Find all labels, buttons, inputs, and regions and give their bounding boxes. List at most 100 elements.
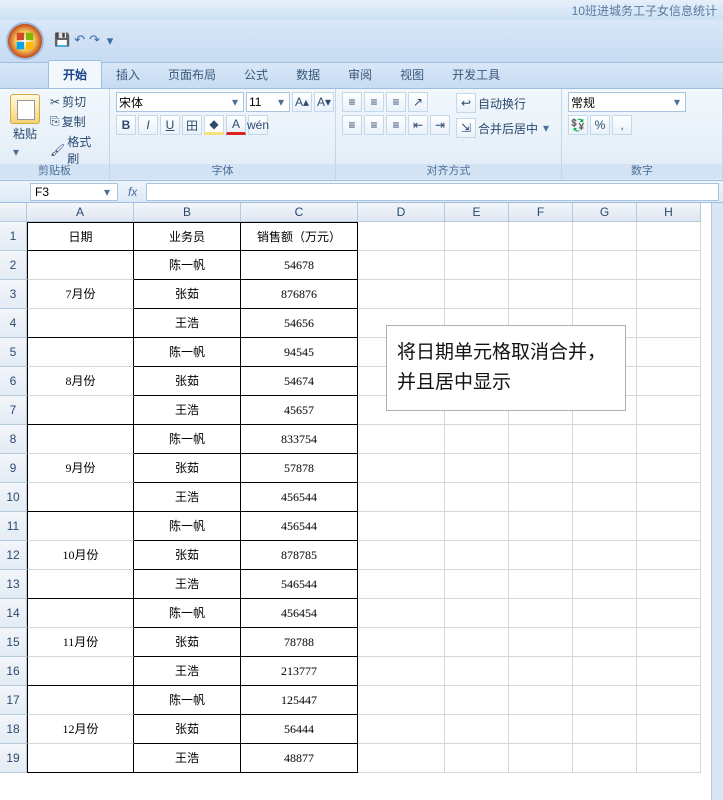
cell[interactable] — [27, 599, 134, 628]
name-box[interactable]: F3▾ — [30, 183, 118, 201]
cut-button[interactable]: ✂剪切 — [48, 92, 103, 111]
cell[interactable] — [358, 628, 445, 657]
cell[interactable]: 王浩 — [134, 483, 241, 512]
indent-dec-button[interactable]: ⇤ — [408, 115, 428, 135]
col-header[interactable]: E — [445, 203, 509, 222]
align-right-button[interactable]: ≡ — [386, 115, 406, 135]
cell[interactable] — [637, 222, 701, 251]
cell[interactable] — [27, 657, 134, 686]
cell[interactable] — [573, 570, 637, 599]
font-size-input[interactable] — [249, 94, 275, 110]
cell[interactable] — [445, 599, 509, 628]
currency-button[interactable]: 💱 — [568, 115, 588, 135]
cell[interactable]: 54656 — [241, 309, 358, 338]
cell[interactable] — [637, 599, 701, 628]
cell[interactable] — [509, 657, 573, 686]
col-header[interactable]: H — [637, 203, 701, 222]
fill-color-button[interactable]: ◆ — [204, 115, 224, 135]
row-header[interactable]: 9 — [0, 454, 27, 483]
wrap-text-button[interactable]: ↩自动换行 — [454, 92, 554, 114]
cell[interactable]: 57878 — [241, 454, 358, 483]
row-header[interactable]: 19 — [0, 744, 27, 773]
cell[interactable] — [358, 686, 445, 715]
cell[interactable] — [509, 599, 573, 628]
cell[interactable] — [445, 280, 509, 309]
cell[interactable] — [445, 541, 509, 570]
cell[interactable]: 456544 — [241, 512, 358, 541]
cell[interactable]: 王浩 — [134, 657, 241, 686]
cell[interactable] — [509, 570, 573, 599]
cell[interactable] — [445, 222, 509, 251]
cell[interactable]: 10月份 — [27, 541, 134, 570]
cell[interactable]: 12月份 — [27, 715, 134, 744]
tab-dev[interactable]: 开发工具 — [438, 61, 514, 88]
cell[interactable]: 11月份 — [27, 628, 134, 657]
row-header[interactable]: 14 — [0, 599, 27, 628]
row-header[interactable]: 8 — [0, 425, 27, 454]
align-left-button[interactable]: ≡ — [342, 115, 362, 135]
cell[interactable] — [637, 715, 701, 744]
cell[interactable] — [358, 570, 445, 599]
font-name-combo[interactable]: ▾ — [116, 92, 244, 112]
cell[interactable]: 张茹 — [134, 541, 241, 570]
row-header[interactable]: 10 — [0, 483, 27, 512]
cell[interactable] — [509, 744, 573, 773]
italic-button[interactable]: I — [138, 115, 158, 135]
cell[interactable]: 张茹 — [134, 454, 241, 483]
cell[interactable]: 王浩 — [134, 570, 241, 599]
select-all-corner[interactable] — [0, 203, 27, 222]
instruction-textbox[interactable]: 将日期单元格取消合并，并且居中显示 — [386, 325, 626, 411]
cell[interactable] — [573, 686, 637, 715]
tab-data[interactable]: 数据 — [282, 61, 334, 88]
row-header[interactable]: 17 — [0, 686, 27, 715]
cell[interactable]: 陈一帆 — [134, 338, 241, 367]
cell[interactable] — [637, 251, 701, 280]
col-header[interactable]: G — [573, 203, 637, 222]
row-header[interactable]: 18 — [0, 715, 27, 744]
cell[interactable] — [445, 686, 509, 715]
cell[interactable] — [27, 570, 134, 599]
cell[interactable] — [509, 280, 573, 309]
formula-bar[interactable] — [146, 183, 719, 201]
tab-home[interactable]: 开始 — [48, 60, 102, 88]
cell[interactable]: 54678 — [241, 251, 358, 280]
cell[interactable]: 陈一帆 — [134, 512, 241, 541]
cell[interactable] — [358, 280, 445, 309]
cell[interactable] — [27, 396, 134, 425]
cell[interactable] — [573, 657, 637, 686]
cell[interactable]: 日期 — [27, 222, 134, 251]
cell[interactable]: 张茹 — [134, 715, 241, 744]
col-header[interactable]: C — [241, 203, 358, 222]
cell[interactable] — [637, 512, 701, 541]
row-header[interactable]: 4 — [0, 309, 27, 338]
align-middle-button[interactable]: ≡ — [364, 92, 384, 112]
col-header[interactable]: D — [358, 203, 445, 222]
qat-dropdown-icon[interactable]: ▾ — [104, 32, 116, 50]
cell[interactable]: 张茹 — [134, 280, 241, 309]
cell[interactable]: 878785 — [241, 541, 358, 570]
row-header[interactable]: 15 — [0, 628, 27, 657]
merge-center-button[interactable]: ⇲合并后居中▾ — [454, 117, 554, 139]
cell[interactable]: 陈一帆 — [134, 425, 241, 454]
cell[interactable] — [358, 744, 445, 773]
fx-icon[interactable]: fx — [128, 185, 142, 199]
format-painter-button[interactable]: 🖌格式刷 — [48, 132, 103, 168]
cell[interactable] — [573, 628, 637, 657]
cell[interactable] — [27, 425, 134, 454]
cell[interactable]: 78788 — [241, 628, 358, 657]
row-header[interactable]: 12 — [0, 541, 27, 570]
bold-button[interactable]: B — [116, 115, 136, 135]
cell[interactable] — [358, 512, 445, 541]
cell[interactable]: 546544 — [241, 570, 358, 599]
indent-inc-button[interactable]: ⇥ — [430, 115, 450, 135]
cell[interactable] — [509, 483, 573, 512]
font-size-combo[interactable]: ▾ — [246, 92, 290, 112]
cell[interactable] — [573, 454, 637, 483]
shrink-font-button[interactable]: A▾ — [314, 92, 334, 112]
cell[interactable]: 王浩 — [134, 309, 241, 338]
tab-layout[interactable]: 页面布局 — [154, 61, 230, 88]
align-bottom-button[interactable]: ≡ — [386, 92, 406, 112]
cell[interactable] — [358, 222, 445, 251]
cell[interactable] — [637, 541, 701, 570]
cell[interactable] — [27, 744, 134, 773]
